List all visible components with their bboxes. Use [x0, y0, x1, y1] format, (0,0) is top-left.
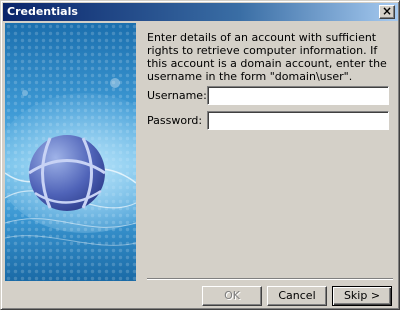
credentials-dialog: Credentials × Enter details of an accoun… — [0, 0, 400, 310]
footer-separator — [147, 278, 393, 280]
skip-button[interactable]: Skip > — [332, 286, 392, 306]
banner-image — [5, 23, 136, 281]
username-input[interactable] — [207, 86, 389, 105]
password-input[interactable] — [207, 111, 389, 130]
cancel-button[interactable]: Cancel — [267, 286, 327, 306]
title-bar[interactable]: Credentials × — [3, 3, 398, 21]
close-button[interactable]: × — [379, 5, 395, 19]
window-title: Credentials — [7, 5, 78, 18]
ok-button[interactable]: OK — [202, 286, 262, 306]
close-icon: × — [381, 4, 393, 18]
instructions-text: Enter details of an account with suffici… — [147, 31, 387, 83]
basketball-globe-icon — [5, 23, 136, 281]
username-label: Username: — [147, 89, 207, 102]
password-label: Password: — [147, 114, 203, 127]
content-area: Enter details of an account with suffici… — [147, 31, 391, 83]
